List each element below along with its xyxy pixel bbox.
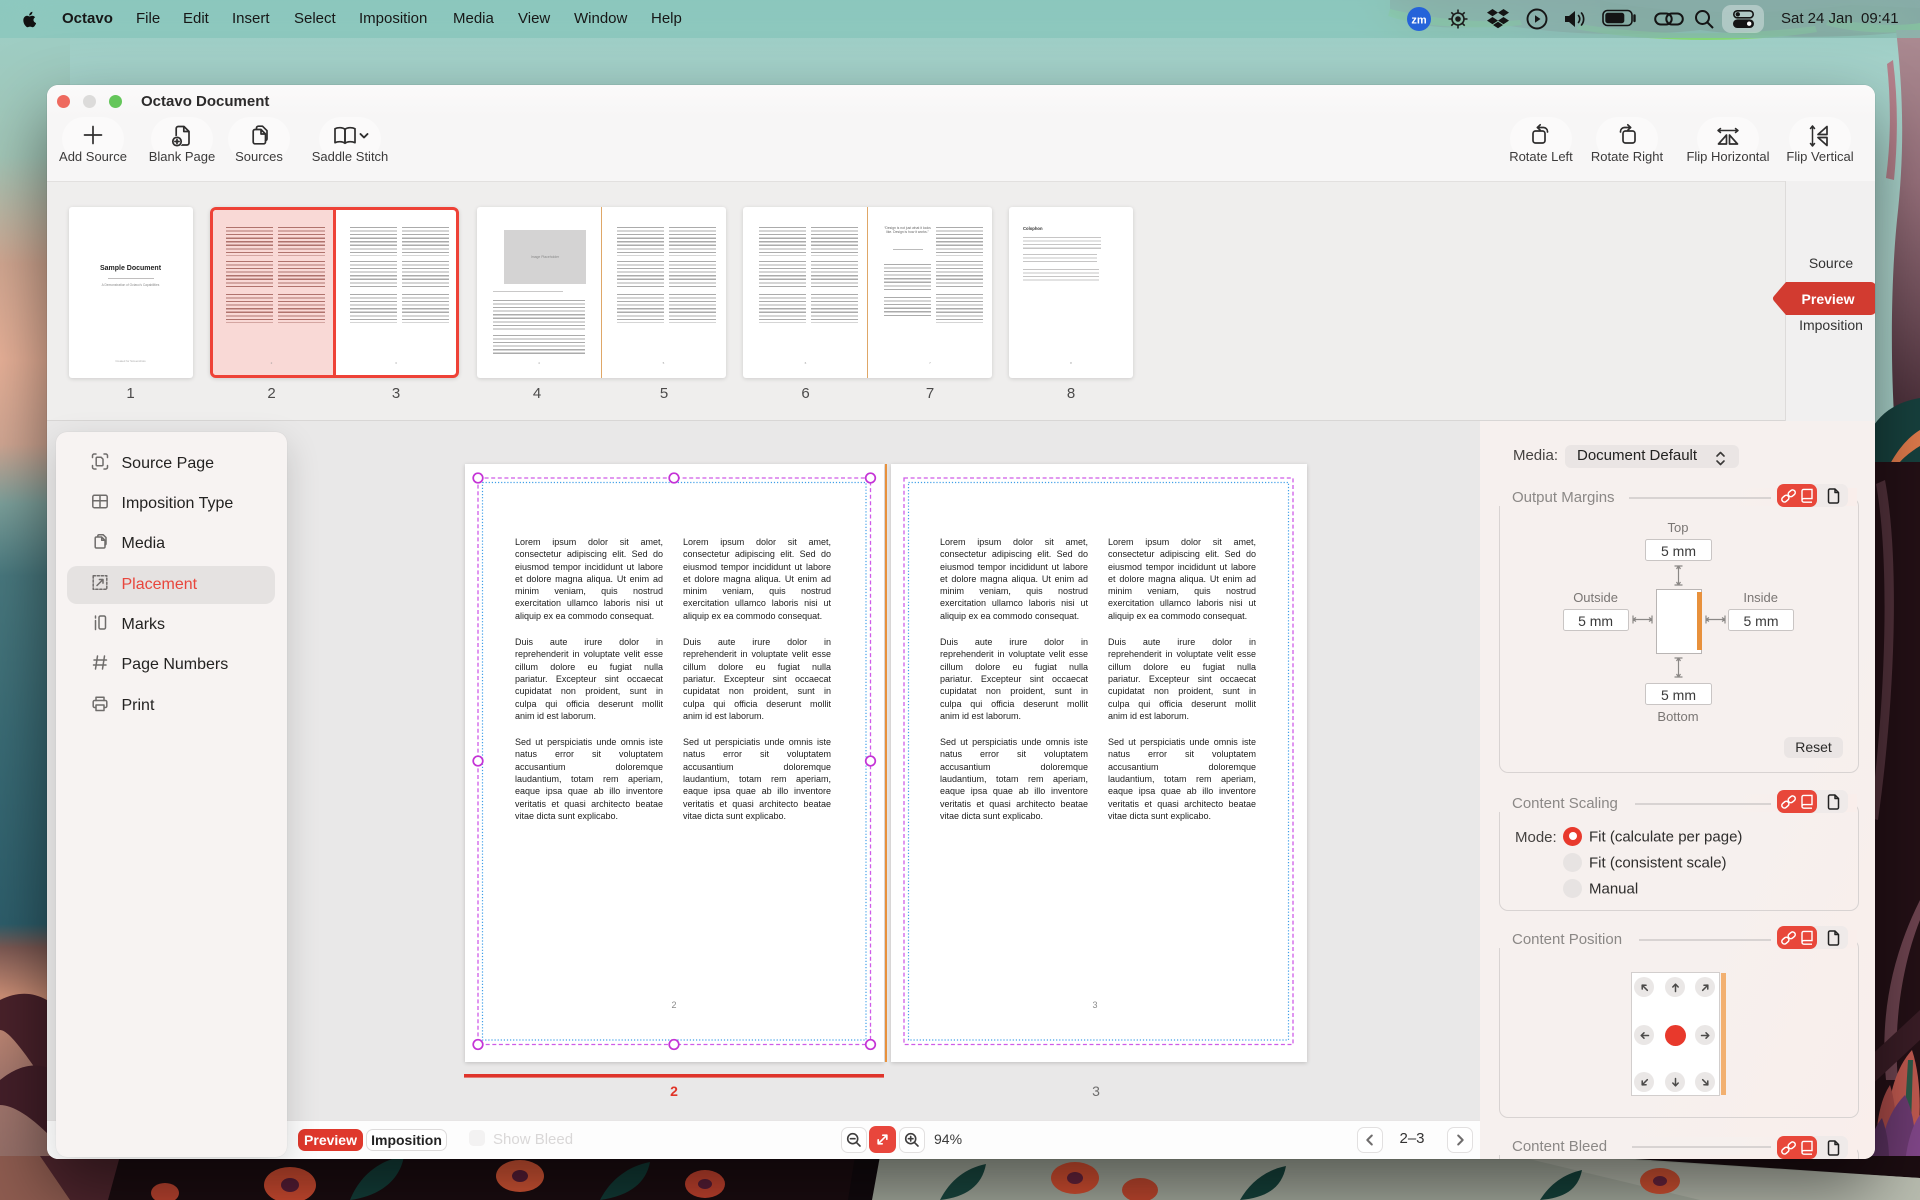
svg-text:2: 2 bbox=[670, 1083, 678, 1099]
svg-text:Preview: Preview bbox=[1802, 291, 1855, 307]
svg-text:zm: zm bbox=[1411, 15, 1427, 27]
svg-text:3: 3 bbox=[1092, 1083, 1100, 1099]
